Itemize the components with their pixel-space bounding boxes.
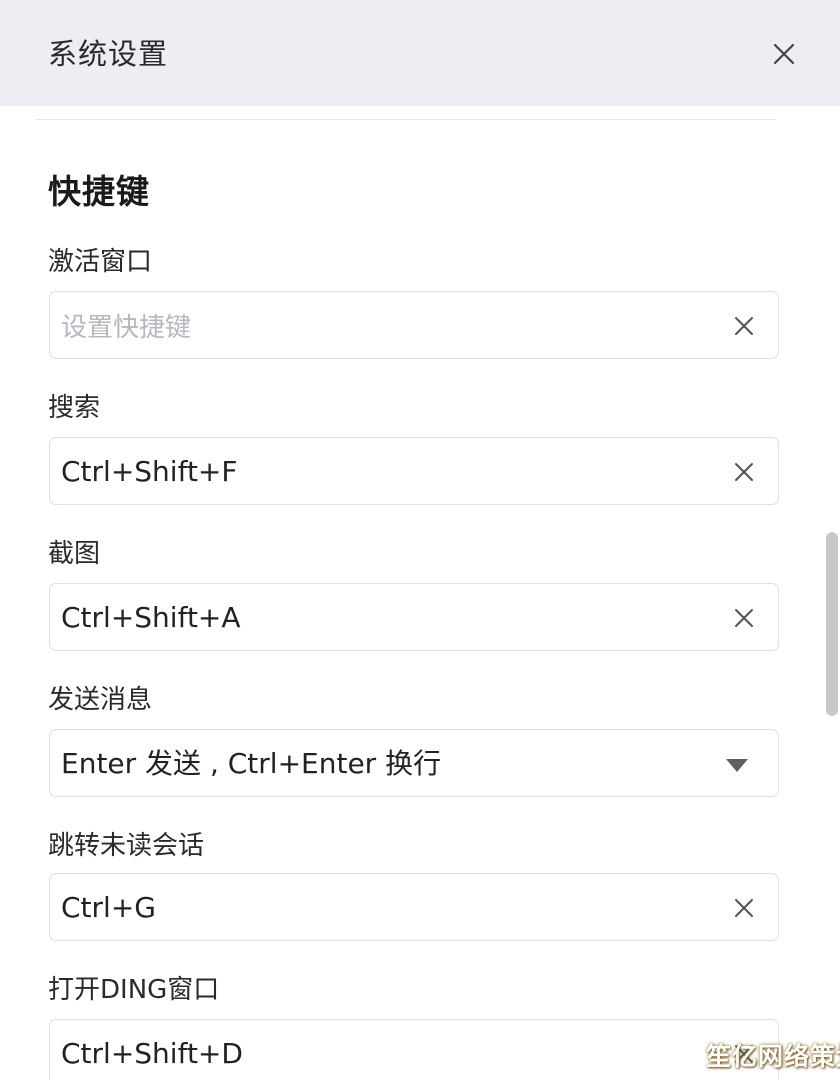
clear-icon	[735, 317, 753, 335]
shortcut-input-open-ding[interactable]: Ctrl+Shift+D	[49, 1019, 779, 1080]
shortcut-input-activate-window[interactable]: 设置快捷键	[49, 291, 779, 359]
field-label-jump-unread: 跳转未读会话	[48, 831, 205, 861]
clear-button[interactable]	[730, 458, 758, 486]
clear-icon	[735, 463, 753, 481]
shortcut-input-jump-unread[interactable]: Ctrl+G	[49, 873, 779, 941]
clear-button[interactable]	[730, 312, 758, 340]
shortcut-placeholder: 设置快捷键	[61, 313, 192, 343]
scrollbar-thumb[interactable]	[826, 532, 838, 716]
clear-button[interactable]	[730, 604, 758, 632]
header-divider	[36, 119, 776, 120]
shortcut-input-search[interactable]: Ctrl+Shift+F	[49, 437, 779, 505]
send-message-select[interactable]: Enter 发送 , Ctrl+Enter 换行	[49, 729, 779, 797]
field-label-activate-window: 激活窗口	[48, 247, 153, 277]
caret-down-icon[interactable]	[726, 759, 748, 772]
clear-button[interactable]	[730, 894, 758, 922]
field-label-send-message: 发送消息	[48, 685, 153, 715]
field-label-open-ding: 打开DING窗口	[48, 975, 220, 1005]
settings-dialog: 系统设置 快捷键 激活窗口 设置快捷键 搜索 Ctrl+Shift+F 截图 C…	[0, 0, 840, 1080]
shortcut-value: Ctrl+G	[61, 891, 156, 924]
dialog-header: 系统设置	[0, 0, 840, 106]
select-value: Enter 发送 , Ctrl+Enter 换行	[61, 747, 442, 780]
watermark-text: 笙亿网络策划	[706, 1042, 840, 1071]
shortcut-value: Ctrl+Shift+A	[61, 601, 241, 634]
shortcut-input-screenshot[interactable]: Ctrl+Shift+A	[49, 583, 779, 651]
section-title-shortcuts: 快捷键	[48, 172, 150, 211]
shortcut-value: Ctrl+Shift+D	[61, 1037, 243, 1070]
dialog-title: 系统设置	[48, 37, 169, 71]
field-label-screenshot: 截图	[48, 539, 101, 569]
close-button[interactable]	[766, 36, 802, 72]
close-icon	[773, 43, 795, 65]
clear-icon	[735, 609, 753, 627]
field-label-search: 搜索	[48, 393, 101, 423]
shortcut-value: Ctrl+Shift+F	[61, 455, 238, 488]
clear-icon	[735, 899, 753, 917]
